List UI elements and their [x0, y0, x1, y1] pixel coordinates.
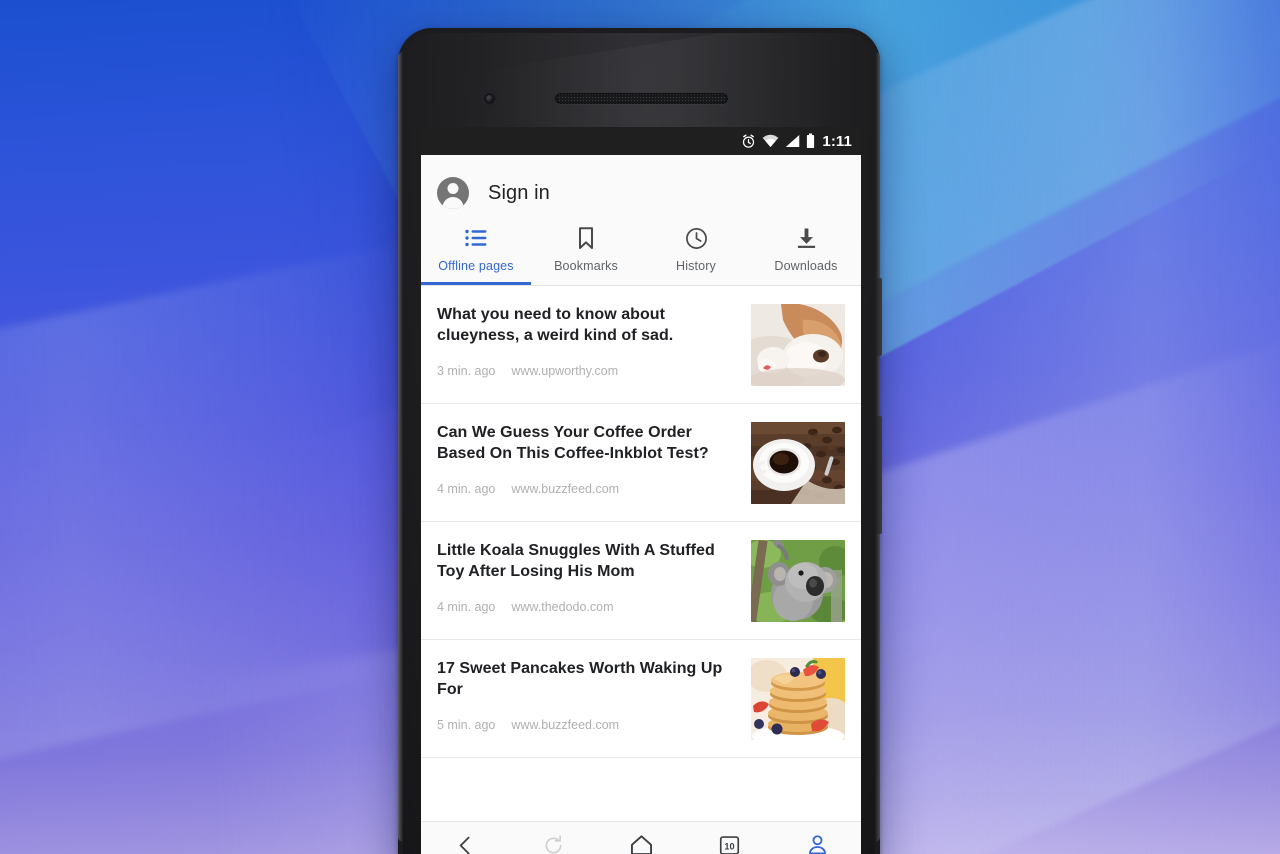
sign-in-row[interactable]: Sign in: [421, 169, 861, 217]
bookmark-icon: [577, 226, 595, 250]
tab-label-downloads: Downloads: [774, 259, 838, 273]
tab-history[interactable]: History: [641, 217, 751, 285]
tab-offline-pages[interactable]: Offline pages: [421, 217, 531, 285]
list-item[interactable]: 17 Sweet Pancakes Worth Waking Up For 5 …: [421, 640, 861, 758]
list-item-meta: 4 min. ago www.buzzfeed.com: [437, 482, 739, 496]
list-item-text: 17 Sweet Pancakes Worth Waking Up For 5 …: [437, 658, 751, 732]
list-item-time: 3 min. ago: [437, 364, 496, 379]
clock-icon: [685, 226, 708, 250]
tab-bookmarks[interactable]: Bookmarks: [531, 217, 641, 285]
back-button[interactable]: [421, 822, 509, 854]
list-item[interactable]: Little Koala Snuggles With A Stuffed Toy…: [421, 522, 861, 640]
account-avatar-icon[interactable]: [437, 177, 469, 209]
browser-bottom-toolbar: 10: [421, 821, 861, 854]
signal-icon: [786, 135, 800, 147]
list-item-text: What you need to know about clueyness, a…: [437, 304, 751, 378]
tab-count-icon: 10: [719, 835, 740, 854]
list-item-thumbnail: [751, 540, 845, 622]
power-button[interactable]: [876, 278, 882, 356]
status-bar: 1:11: [421, 127, 861, 155]
list-item-title: Little Koala Snuggles With A Stuffed Toy…: [437, 542, 715, 581]
volume-button[interactable]: [876, 416, 882, 534]
app-bar: Sign in Offline pages Bookmarks History …: [421, 155, 861, 286]
tab-switcher-button[interactable]: 10: [685, 822, 773, 854]
list-item-thumbnail: [751, 304, 845, 386]
phone-bezel: 1:11 Sign in Offline pages Bookmarks His…: [403, 33, 875, 854]
tab-label-bookmarks: Bookmarks: [554, 259, 618, 273]
tab-label-offline-pages: Offline pages: [438, 259, 514, 273]
list-item-time: 4 min. ago: [437, 482, 496, 497]
offline-pages-list[interactable]: What you need to know about clueyness, a…: [421, 286, 861, 821]
list-item-source: www.thedodo.com: [511, 600, 614, 615]
tab-label-history: History: [676, 259, 716, 273]
reload-button[interactable]: [509, 822, 597, 854]
home-button[interactable]: [597, 822, 685, 854]
list-item-source: www.buzzfeed.com: [511, 482, 620, 497]
alarm-icon: [743, 134, 755, 148]
tab-bar: Offline pages Bookmarks History Download…: [421, 217, 861, 285]
phone-screen: 1:11 Sign in Offline pages Bookmarks His…: [421, 127, 861, 854]
status-bar-icons: [741, 133, 815, 149]
list-bottom-padding: [421, 758, 861, 821]
list-item-text: Little Koala Snuggles With A Stuffed Toy…: [437, 540, 751, 614]
chevron-left-icon: [455, 835, 476, 854]
status-bar-clock: 1:11: [822, 132, 852, 150]
account-button[interactable]: [773, 822, 861, 854]
list-item-thumbnail: [751, 422, 845, 504]
svg-text:10: 10: [724, 841, 734, 851]
list-item-text: Can We Guess Your Coffee Order Based On …: [437, 422, 751, 496]
phone-device: 1:11 Sign in Offline pages Bookmarks His…: [398, 28, 882, 854]
battery-icon: [807, 133, 815, 149]
earpiece-speaker-icon: [555, 93, 728, 104]
refresh-icon: [543, 834, 564, 854]
list-item-source: www.upworthy.com: [511, 364, 619, 379]
list-item[interactable]: What you need to know about clueyness, a…: [421, 286, 861, 404]
list-item-title: Can We Guess Your Coffee Order Based On …: [437, 424, 709, 463]
list-icon: [465, 226, 487, 250]
list-item[interactable]: Can We Guess Your Coffee Order Based On …: [421, 404, 861, 522]
list-item-thumbnail: [751, 658, 845, 740]
list-item-title: What you need to know about clueyness, a…: [437, 306, 674, 345]
list-item-time: 5 min. ago: [437, 718, 496, 733]
list-item-time: 4 min. ago: [437, 600, 496, 615]
download-icon: [796, 226, 817, 250]
active-tab-indicator: [421, 282, 531, 285]
list-item-title: 17 Sweet Pancakes Worth Waking Up For: [437, 660, 723, 699]
home-icon: [630, 834, 653, 854]
sign-in-label: Sign in: [488, 181, 550, 204]
list-item-source: www.buzzfeed.com: [511, 718, 620, 733]
list-item-meta: 3 min. ago www.upworthy.com: [437, 364, 739, 378]
front-camera-icon: [481, 90, 498, 107]
wifi-icon: [763, 134, 779, 147]
list-item-meta: 4 min. ago www.thedodo.com: [437, 600, 739, 614]
list-item-meta: 5 min. ago www.buzzfeed.com: [437, 718, 739, 732]
tab-downloads[interactable]: Downloads: [751, 217, 861, 285]
desktop-wallpaper: 1:11 Sign in Offline pages Bookmarks His…: [0, 0, 1280, 854]
person-icon: [807, 834, 828, 854]
